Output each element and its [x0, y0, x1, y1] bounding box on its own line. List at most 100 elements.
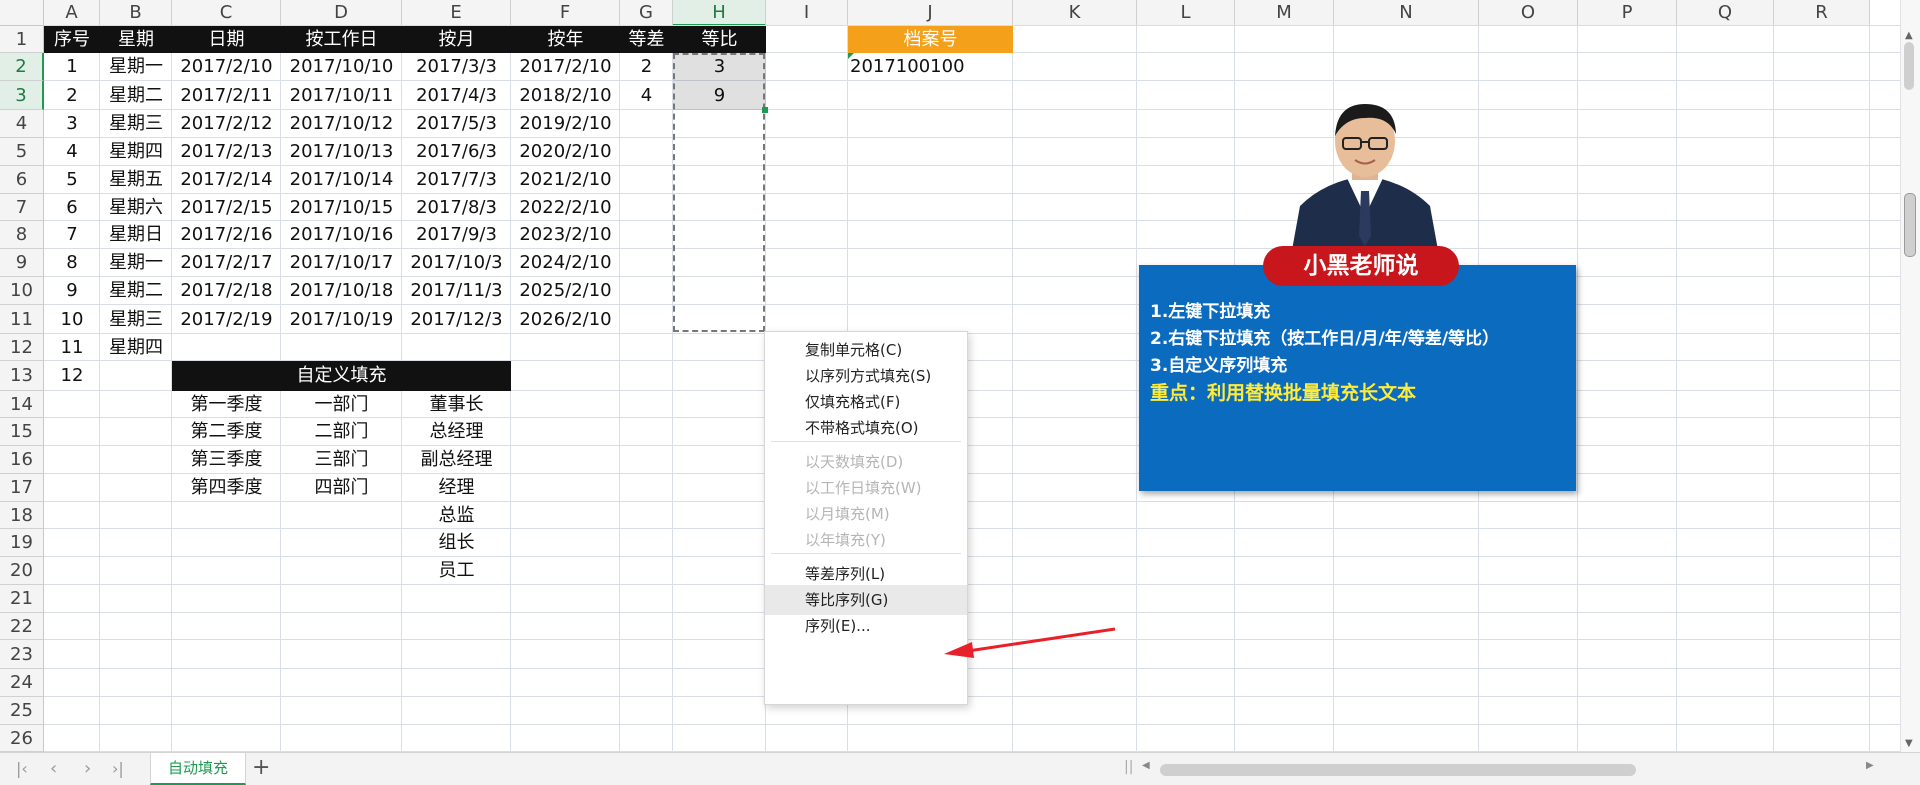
scroll-down-icon[interactable]: ▼ — [1905, 738, 1913, 749]
table-cell[interactable]: 2017/2/13 — [172, 138, 281, 166]
custom-fill-cell[interactable]: 副总经理 — [402, 446, 511, 474]
table-cell[interactable]: 2017/2/18 — [172, 277, 281, 305]
column-header-d[interactable]: D — [281, 0, 402, 26]
table-cell[interactable]: 2017/11/3 — [402, 277, 511, 305]
row-header-21[interactable]: 21 — [0, 585, 44, 613]
archive-value-cell[interactable]: 2017100100 — [850, 53, 1015, 81]
custom-fill-cell[interactable]: 董事长 — [402, 391, 511, 418]
row-header-18[interactable]: 18 — [0, 502, 44, 529]
scroll-left-icon[interactable]: ◀ — [1142, 760, 1150, 771]
table-cell[interactable]: 2017/2/19 — [172, 305, 281, 334]
table-cell[interactable]: 2017/2/15 — [172, 194, 281, 221]
row-header-17[interactable]: 17 — [0, 474, 44, 502]
custom-fill-cell[interactable]: 总监 — [402, 502, 511, 529]
row-header-24[interactable]: 24 — [0, 669, 44, 697]
table-header-cell[interactable]: 按工作日 — [281, 26, 402, 53]
custom-fill-cell[interactable]: 总经理 — [402, 418, 511, 446]
table-cell[interactable]: 星期六 — [100, 194, 172, 221]
table-cell[interactable]: 星期三 — [100, 305, 172, 334]
row-header-16[interactable]: 16 — [0, 446, 44, 474]
row-header-13[interactable]: 13 — [0, 361, 44, 391]
table-header-cell[interactable]: 等比 — [673, 26, 766, 53]
column-header-n[interactable]: N — [1334, 0, 1479, 26]
row-header-1[interactable]: 1 — [0, 26, 44, 53]
table-header-cell[interactable]: 等差 — [620, 26, 673, 53]
table-cell[interactable]: 2026/2/10 — [511, 305, 620, 334]
table-cell[interactable]: 星期四 — [100, 138, 172, 166]
column-header-h[interactable]: H — [673, 0, 766, 26]
custom-fill-cell[interactable]: 第四季度 — [172, 474, 281, 502]
vertical-scrollbar[interactable] — [1900, 0, 1920, 752]
row-header-25[interactable]: 25 — [0, 697, 44, 725]
table-header-cell[interactable]: 日期 — [172, 26, 281, 53]
table-cell[interactable]: 2017/3/3 — [402, 53, 511, 81]
row-header-15[interactable]: 15 — [0, 418, 44, 446]
table-cell[interactable]: 2017/12/3 — [402, 305, 511, 334]
table-cell[interactable]: 2017/10/18 — [281, 277, 402, 305]
column-header-k[interactable]: K — [1013, 0, 1137, 26]
table-cell[interactable]: 2018/2/10 — [511, 81, 620, 110]
row-header-7[interactable]: 7 — [0, 194, 44, 221]
select-all-corner[interactable] — [0, 0, 44, 26]
menu-item[interactable]: 序列(E)... — [765, 611, 967, 641]
row-header-6[interactable]: 6 — [0, 166, 44, 194]
table-header-cell[interactable]: 按月 — [402, 26, 511, 53]
row-header-20[interactable]: 20 — [0, 557, 44, 585]
custom-fill-cell[interactable]: 二部门 — [281, 418, 402, 446]
table-cell[interactable]: 8 — [44, 249, 100, 277]
table-cell[interactable]: 2017/10/15 — [281, 194, 402, 221]
table-cell[interactable]: 2017/8/3 — [402, 194, 511, 221]
table-cell[interactable]: 2024/2/10 — [511, 249, 620, 277]
table-cell[interactable]: 2 — [44, 81, 100, 110]
table-cell[interactable]: 2017/2/17 — [172, 249, 281, 277]
table-cell[interactable]: 2017/10/17 — [281, 249, 402, 277]
table-cell[interactable]: 星期三 — [100, 110, 172, 138]
table-cell[interactable]: 2017/6/3 — [402, 138, 511, 166]
table-cell[interactable]: 2022/2/10 — [511, 194, 620, 221]
table-header-cell[interactable]: 按年 — [511, 26, 620, 53]
column-header-o[interactable]: O — [1479, 0, 1578, 26]
sheet-tab-active[interactable]: 自动填充 — [150, 753, 246, 785]
column-header-c[interactable]: C — [172, 0, 281, 26]
column-header-a[interactable]: A — [44, 0, 100, 26]
table-cell[interactable]: 2017/10/14 — [281, 166, 402, 194]
table-cell[interactable]: 2017/2/14 — [172, 166, 281, 194]
table-cell[interactable]: 星期二 — [100, 277, 172, 305]
table-cell[interactable]: 2017/4/3 — [402, 81, 511, 110]
archive-header-cell[interactable]: 档案号 — [848, 26, 1013, 53]
table-cell[interactable]: 2017/10/12 — [281, 110, 402, 138]
table-cell[interactable]: 2017/10/3 — [402, 249, 511, 277]
vertical-scroll-thumb[interactable] — [1904, 42, 1914, 90]
row-header-4[interactable]: 4 — [0, 110, 44, 138]
table-cell[interactable]: 1 — [44, 53, 100, 81]
table-cell[interactable]: 2017/10/13 — [281, 138, 402, 166]
column-header-l[interactable]: L — [1137, 0, 1235, 26]
table-cell[interactable]: 5 — [44, 166, 100, 194]
table-cell[interactable]: 星期五 — [100, 166, 172, 194]
vertical-scroll-thumb-2[interactable] — [1904, 193, 1916, 257]
row-header-3[interactable]: 3 — [0, 81, 44, 110]
table-cell[interactable]: 4 — [44, 138, 100, 166]
column-header-p[interactable]: P — [1578, 0, 1677, 26]
add-sheet-icon[interactable]: + — [252, 755, 270, 780]
menu-item[interactable]: 不带格式填充(O) — [765, 413, 967, 443]
column-header-r[interactable]: R — [1774, 0, 1870, 26]
row-header-22[interactable]: 22 — [0, 613, 44, 640]
column-header-m[interactable]: M — [1235, 0, 1334, 26]
custom-fill-cell[interactable]: 三部门 — [281, 446, 402, 474]
row-header-12[interactable]: 12 — [0, 334, 44, 361]
table-cell[interactable]: 2017/2/10 — [172, 53, 281, 81]
table-cell[interactable]: 2017/10/11 — [281, 81, 402, 110]
table-cell[interactable]: 10 — [44, 305, 100, 334]
table-cell[interactable]: 7 — [44, 221, 100, 249]
last-sheet-icon[interactable]: ›| — [112, 759, 124, 778]
fill-handle-icon[interactable] — [762, 107, 768, 113]
table-cell[interactable]: 2017/10/19 — [281, 305, 402, 334]
column-header-b[interactable]: B — [100, 0, 172, 26]
table-cell[interactable]: 3 — [44, 110, 100, 138]
column-header-j[interactable]: J — [848, 0, 1013, 26]
table-cell[interactable]: 2017/2/12 — [172, 110, 281, 138]
custom-fill-cell[interactable]: 组长 — [402, 529, 511, 557]
row-header-11[interactable]: 11 — [0, 305, 44, 334]
table-cell[interactable]: 星期二 — [100, 81, 172, 110]
